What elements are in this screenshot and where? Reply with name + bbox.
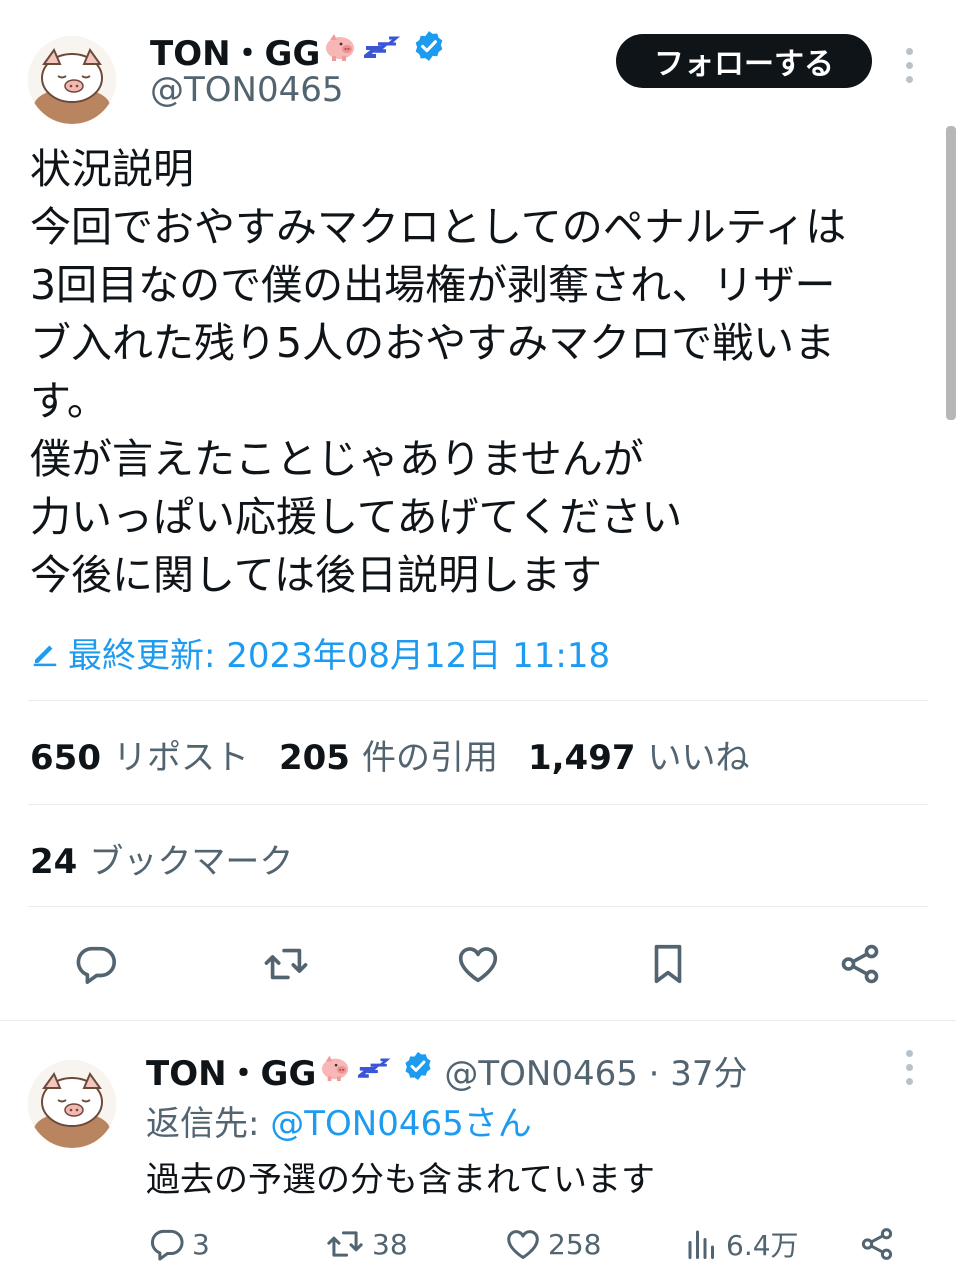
bookmark-icon bbox=[654, 944, 682, 984]
bookmarks-label: ブックマーク bbox=[89, 842, 294, 882]
pig-avatar-icon bbox=[28, 1060, 116, 1148]
reply-text: 過去の予選の分も含まれています bbox=[146, 1160, 655, 1200]
reply-more-options-icon[interactable] bbox=[904, 1050, 914, 1085]
like-icon bbox=[458, 947, 498, 983]
author-avatar[interactable] bbox=[28, 36, 116, 124]
edited-label: 最終更新: 2023年08月12日 11:18 bbox=[68, 636, 611, 676]
reply-reply-button[interactable]: 3 bbox=[148, 1222, 210, 1266]
pencil-icon bbox=[33, 645, 57, 666]
like-button[interactable] bbox=[452, 938, 504, 990]
reply-icon bbox=[150, 1229, 184, 1261]
verified-badge-icon[interactable] bbox=[402, 1050, 434, 1091]
zzz-emoji-icon bbox=[355, 1051, 394, 1091]
author-handle[interactable]: @TON0465 bbox=[150, 70, 344, 110]
tweet-text: 状況説明 今回でおやすみマクロとしてのペナルティは 3回目なので僕の出場権が剥奪… bbox=[30, 140, 930, 604]
reply-likes-count: 258 bbox=[548, 1227, 602, 1261]
verified-badge-icon[interactable] bbox=[412, 29, 446, 72]
reply-reposts-count: 38 bbox=[372, 1227, 408, 1261]
scrollbar[interactable] bbox=[946, 126, 956, 420]
tweet-line: ブ入れた残り5人のおやすみマクロで戦いま bbox=[30, 319, 836, 367]
reposts-label[interactable]: リポスト bbox=[113, 730, 249, 779]
share-icon bbox=[861, 1228, 893, 1260]
reply-views-button[interactable]: 6.4万 bbox=[684, 1222, 799, 1266]
reply-to-line: 返信先: @TON0465さん bbox=[146, 1096, 532, 1145]
author-name-text: TON・GG bbox=[150, 34, 321, 74]
bookmarks-stat[interactable]: 24 ブックマーク bbox=[30, 834, 323, 883]
like-icon bbox=[507, 1230, 539, 1259]
tweet-line: 3回目なので僕の出場権が剥奪され、リザー bbox=[30, 261, 836, 309]
views-chart-icon bbox=[688, 1230, 714, 1259]
zzz-emoji-icon bbox=[360, 30, 404, 71]
likes-label[interactable]: いいね bbox=[648, 730, 750, 779]
divider bbox=[0, 1020, 956, 1021]
reply-replies-count: 3 bbox=[192, 1227, 210, 1261]
tweet-line: 今後に関しては後日説明します bbox=[30, 551, 602, 599]
reply-share-button[interactable] bbox=[858, 1222, 902, 1266]
divider bbox=[28, 906, 928, 907]
tweet-line: 今回でおやすみマクロとしてのペナルティは bbox=[30, 203, 847, 251]
repost-button[interactable] bbox=[260, 938, 312, 990]
reply-to-mention[interactable]: @TON0465さん bbox=[270, 1104, 532, 1144]
reply-like-button[interactable]: 258 bbox=[504, 1222, 601, 1266]
tweet-stats: 650 リポスト 205 件の引用 1,497 いいね bbox=[30, 730, 780, 779]
bookmarks-count: 24 bbox=[30, 842, 78, 882]
reply-repost-button[interactable]: 38 bbox=[324, 1222, 408, 1266]
reply-views-count: 6.4万 bbox=[726, 1229, 799, 1262]
follow-button[interactable]: フォローする bbox=[616, 34, 872, 88]
reply-button[interactable] bbox=[70, 938, 122, 990]
tweet-line: す。 bbox=[30, 377, 108, 425]
likes-count[interactable]: 1,497 bbox=[528, 738, 636, 778]
tweet-line: 状況説明 bbox=[30, 145, 194, 193]
bookmark-button[interactable] bbox=[642, 938, 694, 990]
reposts-count[interactable]: 650 bbox=[30, 738, 101, 778]
edited-indicator[interactable]: 最終更新: 2023年08月12日 11:18 bbox=[30, 628, 610, 677]
pig-avatar-icon bbox=[28, 36, 116, 124]
tweet-line: 僕が言えたことじゃありませんが bbox=[30, 435, 644, 483]
reply-handle-time[interactable]: @TON0465 · 37分 bbox=[444, 1046, 747, 1095]
tweet-line: 力いっぱい応援してあげてください bbox=[30, 493, 683, 541]
repost-icon bbox=[327, 1231, 363, 1257]
divider bbox=[28, 700, 928, 701]
divider bbox=[28, 804, 928, 805]
more-options-icon[interactable] bbox=[904, 48, 914, 83]
reply-author-avatar[interactable] bbox=[28, 1060, 116, 1148]
reply-to-prefix: 返信先: bbox=[146, 1104, 271, 1144]
quotes-label[interactable]: 件の引用 bbox=[362, 730, 498, 779]
reply-icon bbox=[76, 946, 117, 985]
share-button[interactable] bbox=[834, 938, 886, 990]
reply-header[interactable]: TON・GG @TON0465 · 37分 bbox=[146, 1046, 748, 1095]
quotes-count[interactable]: 205 bbox=[279, 738, 350, 778]
author-display-name[interactable]: TON・GG bbox=[150, 26, 446, 75]
pig-emoji-icon bbox=[324, 30, 360, 71]
repost-icon bbox=[264, 948, 308, 980]
share-icon bbox=[841, 944, 879, 984]
reply-author-name[interactable]: TON・GG bbox=[146, 1046, 316, 1095]
pig-emoji-icon bbox=[320, 1051, 354, 1091]
